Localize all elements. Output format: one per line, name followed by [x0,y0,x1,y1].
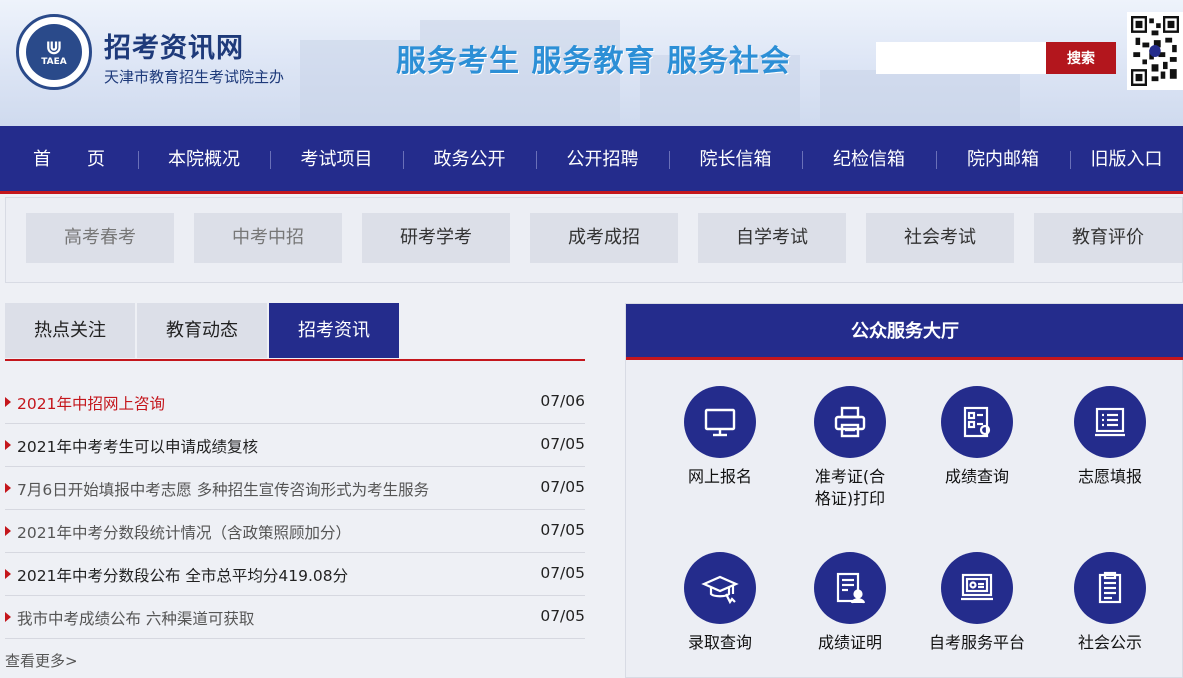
tab-exam-info[interactable]: 招考资讯 [269,303,399,358]
logo-mark: ⋓ TAEA [26,24,82,80]
list-item[interactable]: 7月6日开始填报中考志愿 多种招生宣传咨询形式为考生服务 07/05 [5,467,585,510]
site-title[interactable]: 招考资讯网 [104,26,244,65]
service-score-certificate[interactable]: 成绩证明 [795,552,905,654]
bullet-arrow-icon [5,440,11,450]
service-hall-title: 公众服务大厅 [626,304,1183,360]
news-date: 07/05 [540,435,585,453]
bullet-arrow-icon [5,483,11,493]
clipboard-icon [1074,552,1146,624]
service-label: 准考证(合格证)打印 [814,467,886,508]
public-service-hall: 公众服务大厅 网上报名 准考证(合格证)打印 成绩查询 志愿填报 录取查询 成绩… [625,303,1183,678]
certificate-icon [814,552,886,624]
service-label: 社会公示 [1077,633,1142,652]
nav-item-home[interactable]: 首 页 [0,126,138,194]
search-button[interactable]: 搜索 [1046,42,1116,74]
nav-item-director-mailbox[interactable]: 院长信箱 [669,126,802,194]
service-online-registration[interactable]: 网上报名 [665,386,775,488]
view-more-link[interactable]: 查看更多> [5,650,78,671]
category-zhongkao[interactable]: 中考中招 [194,213,342,263]
news-date: 07/05 [540,607,585,625]
site-logo[interactable]: ⋓ TAEA [16,14,92,90]
exam-category-bar: 高考春考 中考中招 研考学考 成考成招 自学考试 社会考试 教育评价 [5,197,1183,283]
service-label: 录取查询 [687,633,752,652]
bullet-arrow-icon [5,397,11,407]
tab-hot-topics[interactable]: 热点关注 [5,303,135,358]
graduation-cap-icon [684,552,756,624]
news-tabs: 热点关注 教育动态 招考资讯 [5,303,585,361]
service-label: 成绩证明 [817,633,882,652]
form-fill-icon [1074,386,1146,458]
category-evaluation[interactable]: 教育评价 [1034,213,1182,263]
score-query-icon [941,386,1013,458]
monitor-icon [684,386,756,458]
main-nav: 首 页 本院概况 考试项目 政务公开 公开招聘 院长信箱 纪检信箱 院内邮箱 旧… [0,126,1183,194]
service-label: 网上报名 [687,467,752,486]
news-title[interactable]: 2021年中招网上咨询 [17,392,165,414]
platform-icon [941,552,1013,624]
service-admission-query[interactable]: 录取查询 [665,552,775,654]
nav-item-internal-mail[interactable]: 院内邮箱 [936,126,1070,194]
nav-item-about[interactable]: 本院概况 [138,126,270,194]
news-date: 07/06 [540,392,585,410]
service-label: 志愿填报 [1077,467,1142,486]
qr-code-icon [1127,12,1183,90]
category-adult[interactable]: 成考成招 [530,213,678,263]
service-self-study-platform[interactable]: 自考服务平台 [922,552,1032,654]
nav-item-recruitment[interactable]: 公开招聘 [536,126,669,194]
news-date: 07/05 [540,521,585,539]
nav-item-old-version[interactable]: 旧版入口 [1070,126,1183,194]
list-item[interactable]: 2021年中考分数段统计情况（含政策照顾加分） 07/05 [5,510,585,553]
list-item[interactable]: 2021年中考考生可以申请成绩复核 07/05 [5,424,585,467]
category-graduate[interactable]: 研考学考 [362,213,510,263]
news-list: 2021年中招网上咨询 07/06 2021年中考考生可以申请成绩复核 07/0… [5,381,585,639]
nav-item-affairs[interactable]: 政务公开 [403,126,536,194]
news-title[interactable]: 2021年中考分数段公布 全市总平均分419.08分 [17,564,348,586]
search-input[interactable] [876,42,1046,74]
service-admission-ticket-print[interactable]: 准考证(合格证)打印 [795,386,905,510]
header-slogan: 服务考生 服务教育 服务社会 [396,44,791,79]
list-item[interactable]: 2021年中招网上咨询 07/06 [5,381,585,424]
site-subtitle: 天津市教育招生考试院主办 [104,68,285,86]
news-date: 07/05 [540,478,585,496]
category-social-exam[interactable]: 社会考试 [866,213,1014,263]
tab-education-news[interactable]: 教育动态 [137,303,267,358]
list-item[interactable]: 2021年中考分数段公布 全市总平均分419.08分 07/05 [5,553,585,596]
nav-item-discipline-mailbox[interactable]: 纪检信箱 [802,126,936,194]
service-label: 自考服务平台 [928,633,1025,652]
news-date: 07/05 [540,564,585,582]
category-self-study[interactable]: 自学考试 [698,213,846,263]
bullet-arrow-icon [5,526,11,536]
nav-item-exams[interactable]: 考试项目 [270,126,403,194]
service-application-fill[interactable]: 志愿填报 [1055,386,1165,488]
category-gaokao[interactable]: 高考春考 [26,213,174,263]
news-title[interactable]: 2021年中考分数段统计情况（含政策照顾加分） [17,521,351,543]
bullet-arrow-icon [5,612,11,622]
logo-text: TAEA [41,57,67,67]
news-title[interactable]: 我市中考成绩公布 六种渠道可获取 [17,607,254,629]
printer-icon [814,386,886,458]
site-header: ⋓ TAEA 招考资讯网 天津市教育招生考试院主办 服务考生 服务教育 服务社会… [0,0,1183,126]
news-title[interactable]: 7月6日开始填报中考志愿 多种招生宣传咨询形式为考生服务 [17,478,429,500]
service-label: 成绩查询 [944,467,1009,486]
list-item[interactable]: 我市中考成绩公布 六种渠道可获取 07/05 [5,596,585,639]
service-public-notice[interactable]: 社会公示 [1055,552,1165,654]
bullet-arrow-icon [5,569,11,579]
service-score-query[interactable]: 成绩查询 [922,386,1032,488]
news-title[interactable]: 2021年中考考生可以申请成绩复核 [17,435,258,457]
